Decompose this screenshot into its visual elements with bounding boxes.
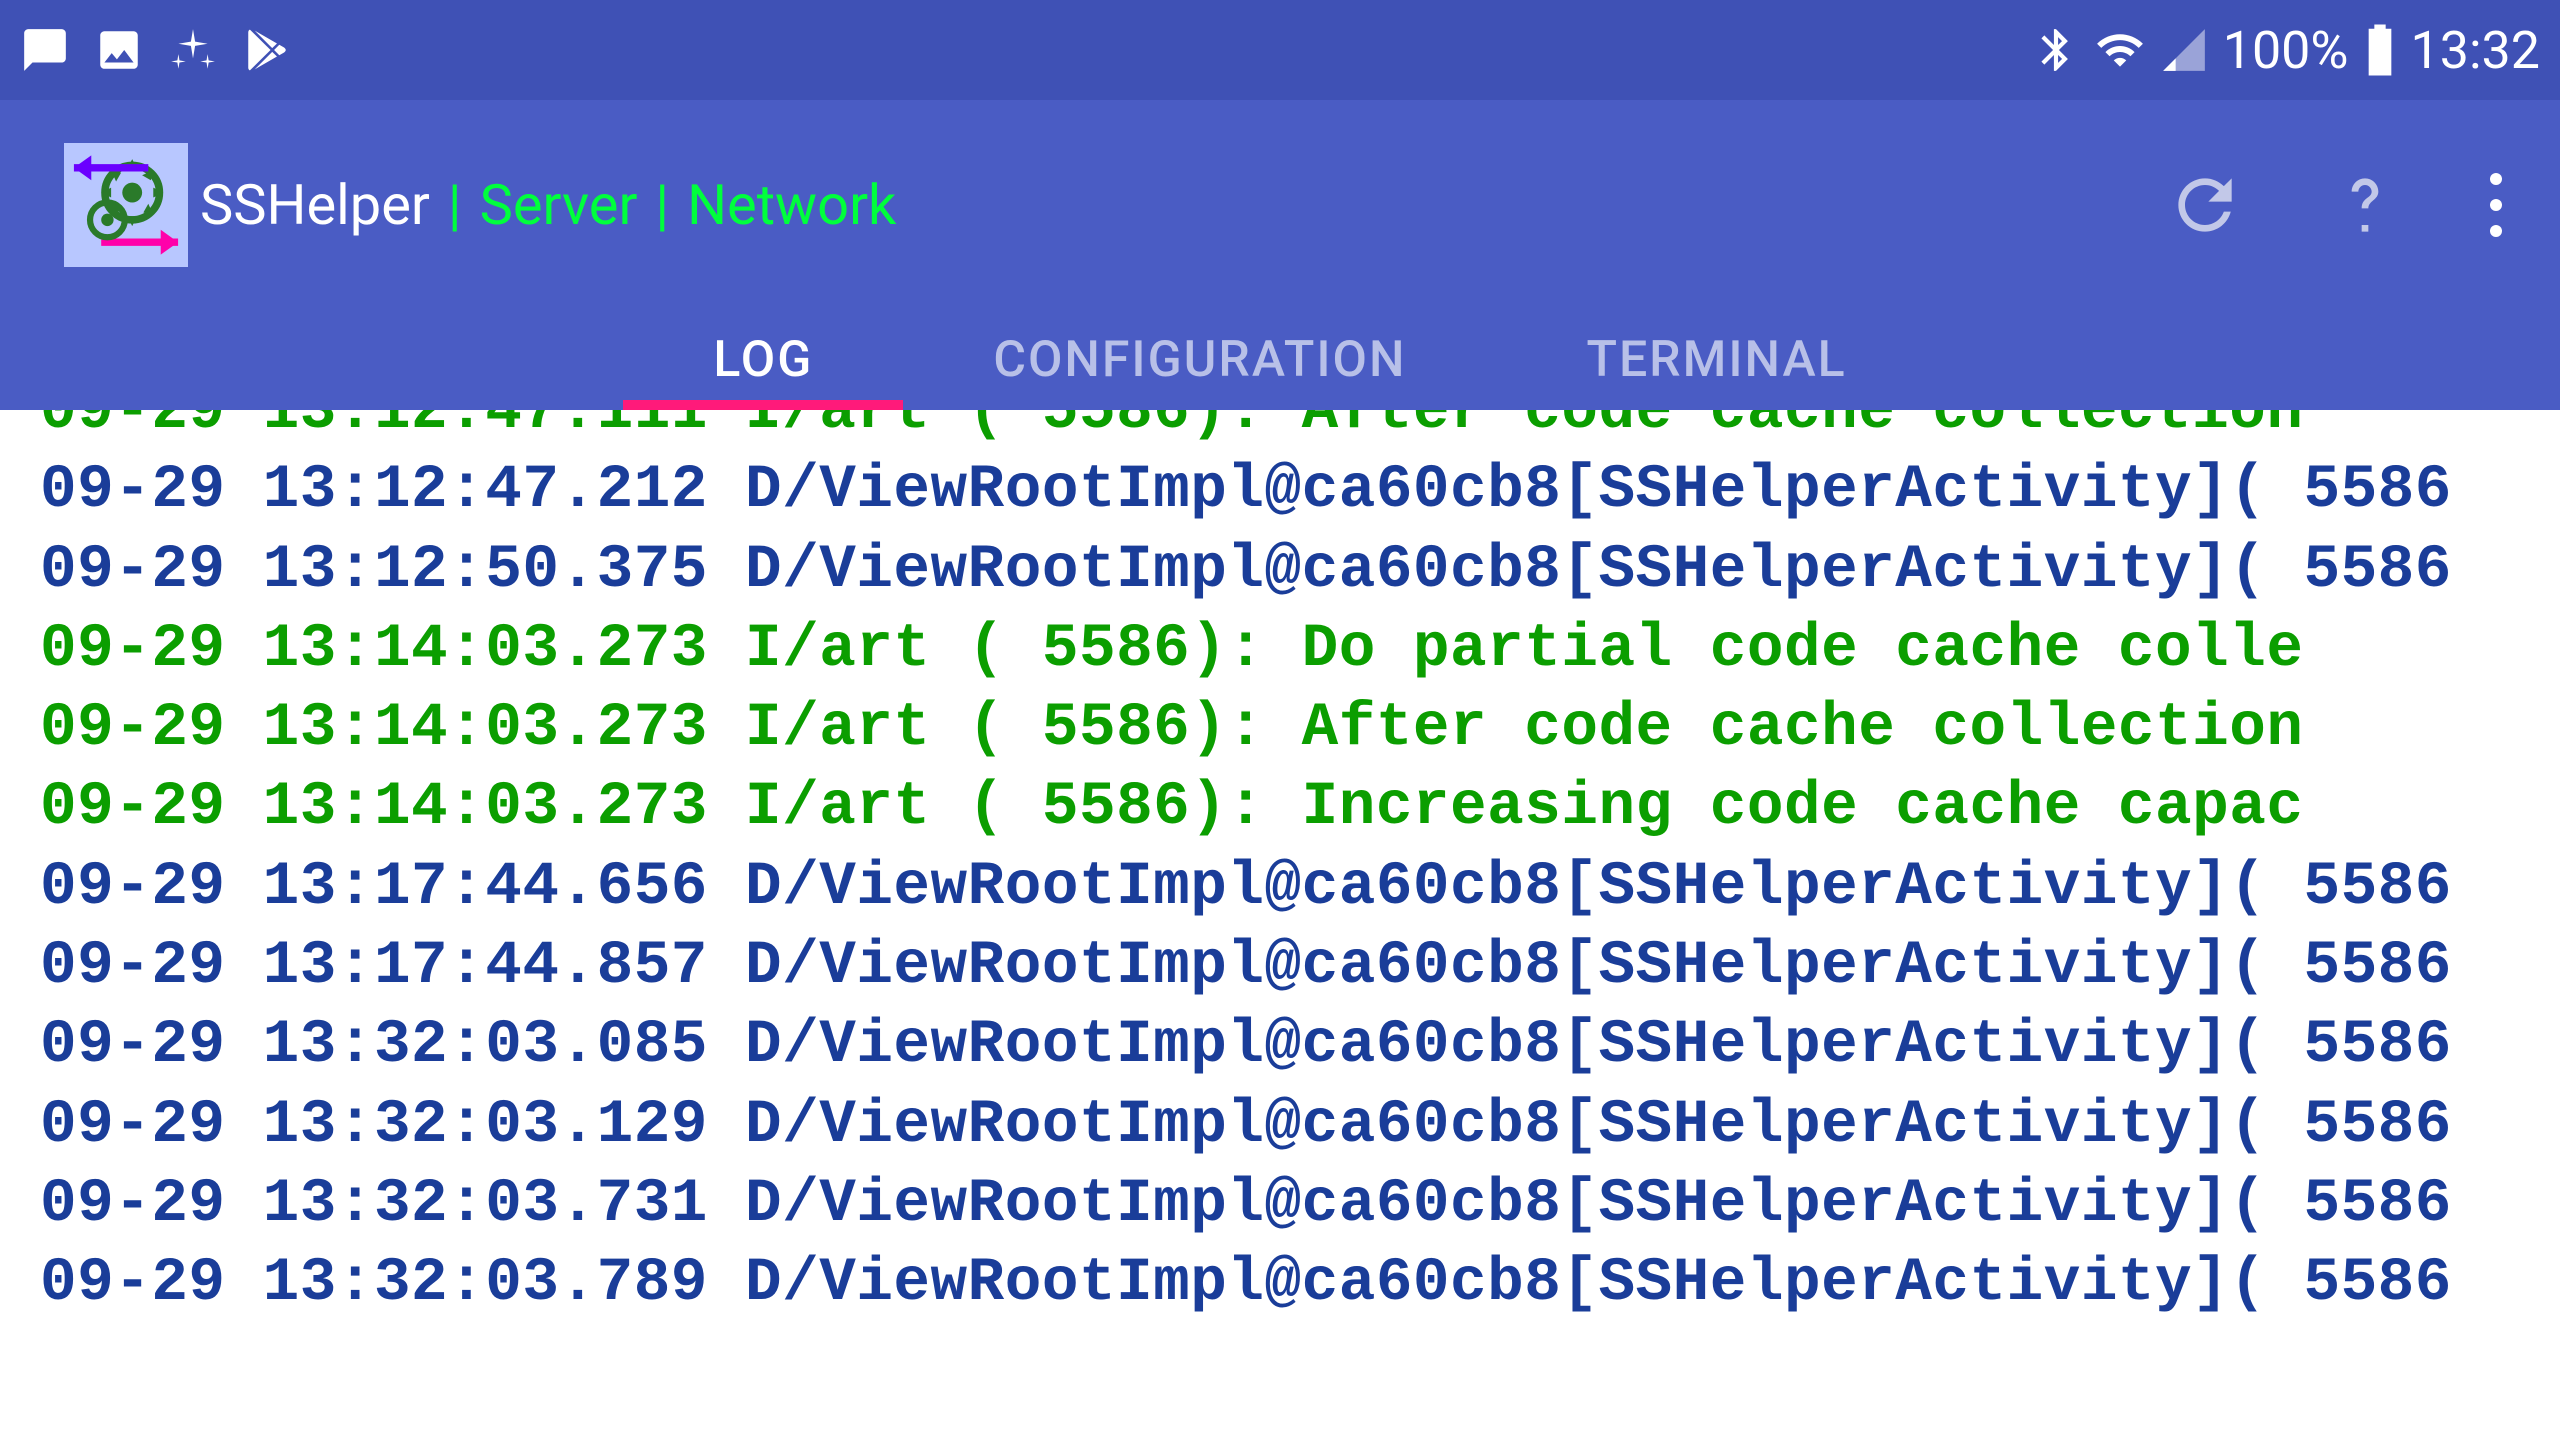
log-line: 09-29 13:14:03.273 I/art ( 5586): Increa… (40, 768, 2520, 847)
network-status: Network (687, 172, 896, 238)
overflow-menu-button[interactable] (2480, 163, 2512, 247)
app-icon (64, 143, 188, 267)
android-status-bar: 100% 13:32 (0, 0, 2560, 100)
status-left-icons (20, 25, 292, 75)
help-button[interactable] (2320, 160, 2410, 250)
signal-icon (2159, 25, 2209, 75)
server-status: Server (480, 172, 638, 238)
log-line: 09-29 13:32:03.731 D/ViewRootImpl@ca60cb… (40, 1165, 2520, 1244)
separator: | (442, 172, 468, 238)
tab-terminal[interactable]: TERMINAL (1496, 310, 1936, 410)
play-store-icon (242, 25, 292, 75)
clock: 13:32 (2411, 20, 2541, 81)
battery-icon (2363, 24, 2397, 76)
log-line: 09-29 13:17:44.656 D/ViewRootImpl@ca60cb… (40, 848, 2520, 927)
app-toolbar: SSHelper | Server | Network (0, 100, 2560, 310)
log-line: 09-29 13:14:03.273 I/art ( 5586): Do par… (40, 610, 2520, 689)
sms-icon (20, 25, 70, 75)
separator: | (649, 172, 675, 238)
toolbar-actions (2160, 160, 2532, 250)
tab-bar: LOG CONFIGURATION TERMINAL (0, 310, 2560, 410)
log-content[interactable]: 09-29 13:12:47.111 I/art ( 5586): After … (0, 410, 2560, 1334)
tab-log[interactable]: LOG (623, 310, 903, 410)
app-title: SSHelper (200, 172, 430, 238)
log-line: 09-29 13:32:03.789 D/ViewRootImpl@ca60cb… (40, 1244, 2520, 1323)
log-line: 09-29 13:14:03.273 I/art ( 5586): After … (40, 689, 2520, 768)
battery-percent: 100% (2223, 20, 2349, 81)
app-title-group: SSHelper | Server | Network (64, 143, 896, 267)
log-line: 09-29 13:12:50.375 D/ViewRootImpl@ca60cb… (40, 531, 2520, 610)
bluetooth-icon (2031, 25, 2081, 75)
log-line: 09-29 13:17:44.857 D/ViewRootImpl@ca60cb… (40, 927, 2520, 1006)
sparkle-icon (168, 25, 218, 75)
picture-icon (94, 25, 144, 75)
log-line: 09-29 13:12:47.212 D/ViewRootImpl@ca60cb… (40, 451, 2520, 530)
tab-configuration[interactable]: CONFIGURATION (903, 310, 1496, 410)
log-line: 09-29 13:32:03.129 D/ViewRootImpl@ca60cb… (40, 1086, 2520, 1165)
log-line: 09-29 13:32:03.085 D/ViewRootImpl@ca60cb… (40, 1006, 2520, 1085)
log-line: 09-29 13:12:47.111 I/art ( 5586): After … (40, 410, 2520, 451)
refresh-button[interactable] (2160, 160, 2250, 250)
wifi-icon (2095, 25, 2145, 75)
status-right-group: 100% 13:32 (2031, 20, 2540, 81)
